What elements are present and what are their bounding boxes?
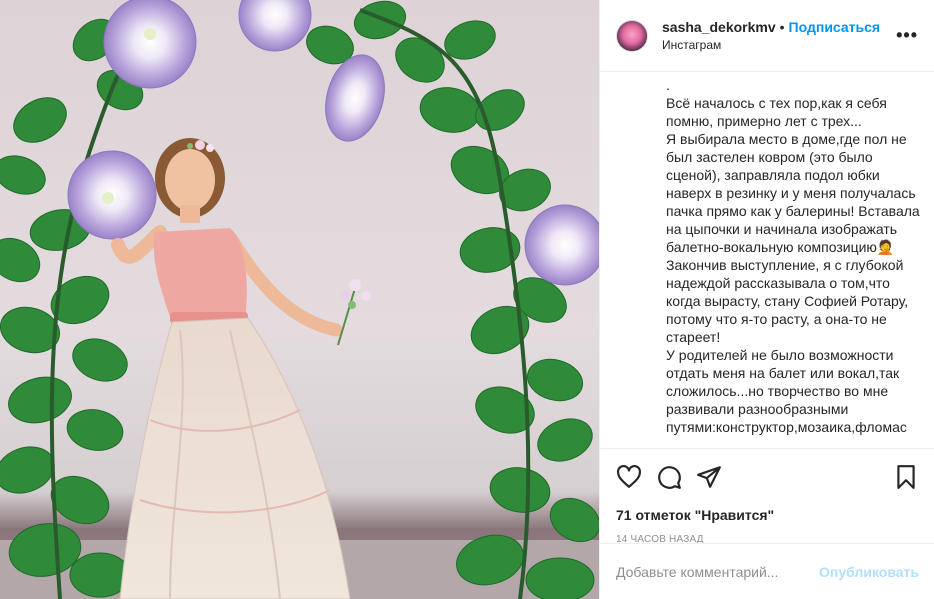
comment-icon[interactable] bbox=[656, 464, 682, 490]
heart-icon[interactable] bbox=[616, 464, 642, 490]
caption: . Всё началось с тех пор,как я себя помн… bbox=[616, 72, 921, 448]
more-options-icon[interactable]: ••• bbox=[896, 25, 918, 46]
publish-button[interactable]: Опубликовать bbox=[819, 564, 919, 580]
caption-line: . bbox=[666, 77, 670, 93]
post-panel: sasha_dekorkmv • Подписаться Инстаграм •… bbox=[599, 0, 934, 599]
caption-line: Закончив выступление, я с глубокой надеж… bbox=[666, 257, 909, 345]
username-link[interactable]: sasha_dekorkmv bbox=[662, 18, 776, 36]
action-bar: 71 отметок "Нравится" 14 часов назад bbox=[600, 448, 934, 545]
avatar[interactable] bbox=[616, 19, 648, 52]
follow-button[interactable]: Подписаться bbox=[789, 18, 881, 36]
comment-input[interactable] bbox=[616, 563, 820, 580]
bookmark-icon[interactable] bbox=[893, 464, 919, 490]
location-link[interactable]: Инстаграм bbox=[662, 36, 880, 54]
flower bbox=[103, 0, 197, 89]
separator-dot: • bbox=[779, 18, 785, 35]
caption-line: Всё началось с тех пор,как я себя помню,… bbox=[666, 95, 887, 129]
comment-box: Опубликовать bbox=[600, 543, 934, 599]
user-block: sasha_dekorkmv • Подписаться Инстаграм bbox=[662, 18, 880, 54]
photo-illustration bbox=[0, 0, 599, 599]
user-line: sasha_dekorkmv • Подписаться bbox=[662, 18, 880, 36]
caption-line: Я выбирала место в доме,где пол не был з… bbox=[666, 131, 920, 255]
paper-plane-icon[interactable] bbox=[696, 464, 722, 490]
likes-count[interactable]: 71 отметок "Нравится" bbox=[616, 507, 919, 523]
post-header: sasha_dekorkmv • Подписаться Инстаграм •… bbox=[600, 0, 934, 72]
post-photo[interactable] bbox=[0, 0, 599, 599]
action-icons bbox=[616, 463, 919, 491]
caption-line: У родителей не было возможности отдать м… bbox=[666, 347, 907, 435]
